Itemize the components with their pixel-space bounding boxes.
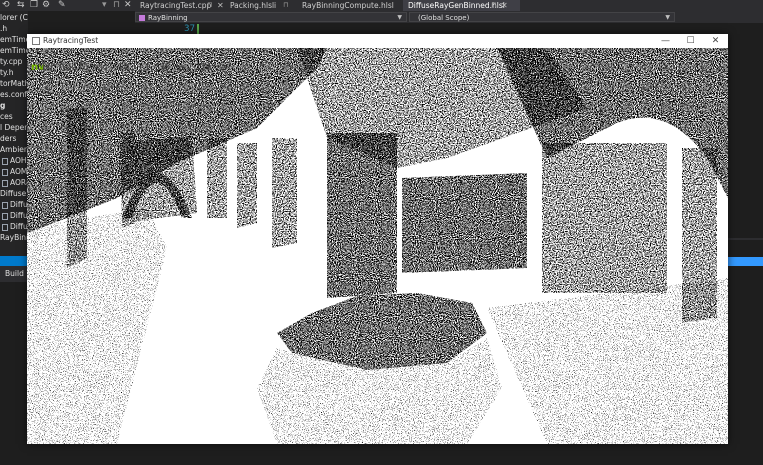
close-button[interactable]: ✕ — [703, 34, 728, 48]
sidebar-item[interactable]: .h — [0, 24, 28, 34]
sidebar-item[interactable]: Diffuse — [0, 189, 28, 199]
sidebar-item[interactable]: RayBinnin — [0, 233, 28, 243]
change-indicator — [197, 24, 199, 34]
file-icon — [2, 223, 8, 231]
sidebar-item[interactable]: g — [0, 101, 28, 111]
sidebar-item-label: es.config — [0, 90, 28, 99]
sidebar-item-label: emTime.cp — [0, 35, 28, 44]
project-dropdown[interactable]: RayBinning ▼ — [135, 12, 407, 22]
back-arrow-icon[interactable]: ⟲ — [2, 0, 10, 11]
file-icon — [2, 157, 8, 165]
sidebar-item-label: Diffus — [10, 222, 28, 231]
sidebar-item[interactable]: l Depende — [0, 123, 28, 133]
sidebar-item[interactable]: AmbientO — [0, 145, 28, 155]
sidebar-item[interactable]: Diffus — [2, 200, 28, 210]
output-selection-highlight — [728, 257, 763, 266]
window-titlebar[interactable]: RaytracingTest — ☐ ✕ — [27, 34, 728, 48]
sidebar-item[interactable]: Diffus — [2, 222, 28, 232]
sidebar-item-label: l Depende — [0, 123, 28, 132]
project-dropdown-value: RayBinning — [148, 14, 188, 22]
sidebar-item-label: Diffus — [10, 211, 28, 220]
sidebar-item[interactable]: AORay — [2, 178, 28, 188]
output-pane — [728, 240, 763, 465]
sidebar-item-label: AmbientO — [0, 145, 28, 154]
file-icon — [2, 179, 8, 187]
status-bar — [0, 256, 27, 266]
tab-packing-hlsli[interactable]: Packing.hlsli — [225, 0, 300, 11]
build-tab-label: Build — [5, 269, 24, 278]
sidebar-item-label: Diffuse — [0, 189, 27, 198]
settings-icon[interactable]: ⚙ — [42, 0, 50, 11]
sidebar-item-label: ders — [0, 134, 17, 143]
sidebar-item-label: ty.h — [0, 68, 14, 77]
document-tab-strip: RaytracingTest.cpp ⊓ ✕ Packing.hlsli ⊓ R… — [135, 0, 763, 11]
raytracing-app-window[interactable]: RaytracingTest — ☐ ✕ nv CPU 0.176 ms, GP… — [27, 34, 728, 444]
sidebar-item-label: torMath.h — [0, 79, 28, 88]
tab-label: RayBinningCompute.hlsl — [302, 1, 394, 10]
tab-raybinningcompute-hlsl[interactable]: RayBinningCompute.hlsl — [297, 0, 402, 11]
pin-icon[interactable]: ⊓ — [113, 0, 120, 11]
sidebar-item-label: Diffus — [10, 200, 28, 209]
sidebar-item[interactable]: ty.h — [0, 68, 28, 78]
render-viewport[interactable]: nv CPU 0.176 ms, GPU 1.576 ms, 120 Hz — [27, 48, 728, 444]
tab-label: Packing.hlsli — [230, 1, 277, 10]
sidebar-item[interactable]: ders — [0, 134, 28, 144]
pin-icon[interactable]: ⊓ — [491, 0, 496, 11]
swap-icon[interactable]: ⇆ — [17, 0, 25, 11]
sidebar-item-label: ces — [0, 112, 13, 121]
sidebar-item-label: emTime.h — [0, 46, 28, 55]
sidebar-item[interactable]: es.config — [0, 90, 28, 100]
performance-overlay: CPU 0.176 ms, GPU 1.576 ms, 120 Hz — [37, 63, 226, 73]
solution-explorer: lorer (Ctr .h emTime.cp emTime.h ty.cpp ty.h t… — [0, 11, 28, 256]
sidebar-item-label: AORay — [10, 178, 28, 187]
sidebar-item[interactable]: AOHit — [2, 156, 28, 166]
line-number: 37 — [184, 24, 195, 34]
ide-bottom-area — [27, 444, 763, 465]
sidebar-item[interactable]: ces — [0, 112, 28, 122]
sidebar-item[interactable]: ty.cpp — [0, 57, 28, 67]
pin-icon[interactable]: ⊓ — [207, 0, 212, 11]
close-icon[interactable]: ✕ — [124, 0, 132, 11]
tab-build[interactable]: Build — [0, 266, 27, 282]
app-icon — [32, 37, 40, 45]
output-pane-left — [0, 282, 27, 465]
pin-icon[interactable]: ▾ — [102, 0, 107, 11]
sidebar-item[interactable]: AOMis — [2, 167, 28, 177]
wrench-icon[interactable]: ✎ — [58, 0, 66, 11]
copy-icon[interactable]: ❐ — [30, 0, 38, 11]
tab-label: RaytracingTest.cpp — [140, 1, 212, 10]
sidebar-item[interactable]: Diffus — [2, 211, 28, 221]
sidebar-item-label: AOMis — [10, 167, 28, 176]
close-icon[interactable]: ✕ — [501, 0, 508, 11]
window-title: RaytracingTest — [43, 36, 99, 45]
file-icon — [2, 168, 8, 176]
tab-raytracingtest-cpp[interactable]: RaytracingTest.cpp — [135, 0, 228, 11]
sidebar-item[interactable]: emTime.cp — [0, 35, 28, 45]
scope-dropdown-value: (Global Scope) — [418, 14, 470, 22]
rendered-scene — [27, 48, 728, 444]
sidebar-item[interactable]: emTime.h — [0, 46, 28, 56]
file-icon — [2, 201, 8, 209]
maximize-button[interactable]: ☐ — [678, 34, 703, 48]
chevron-down-icon: ▼ — [665, 14, 670, 21]
sidebar-item[interactable]: lorer (Ctr — [0, 13, 28, 23]
file-icon — [2, 212, 8, 220]
sidebar-item-label: .h — [0, 24, 8, 33]
chevron-down-icon: ▼ — [397, 14, 402, 21]
navigation-bar: RayBinning ▼ (Global Scope) ▼ — [135, 11, 763, 23]
pin-icon[interactable]: ⊓ — [283, 0, 288, 11]
sidebar-item-label: ty.cpp — [0, 57, 23, 66]
sidebar-item-label: AOHit — [10, 156, 28, 165]
sidebar-item[interactable]: torMath.h — [0, 79, 28, 89]
sidebar-item-label: g — [0, 101, 6, 110]
sidebar-item-label: lorer (Ctr — [0, 13, 28, 22]
stats-prefix: CPU — [37, 63, 53, 73]
performance-stats: 0.176 ms, GPU 1.576 ms, 120 Hz — [62, 63, 227, 73]
scope-dropdown[interactable]: (Global Scope) ▼ — [409, 12, 675, 22]
minimize-button[interactable]: — — [653, 34, 678, 48]
sidebar-item-label: RayBinnin — [0, 233, 28, 242]
close-icon[interactable]: ✕ — [217, 0, 224, 11]
project-icon — [139, 15, 145, 21]
